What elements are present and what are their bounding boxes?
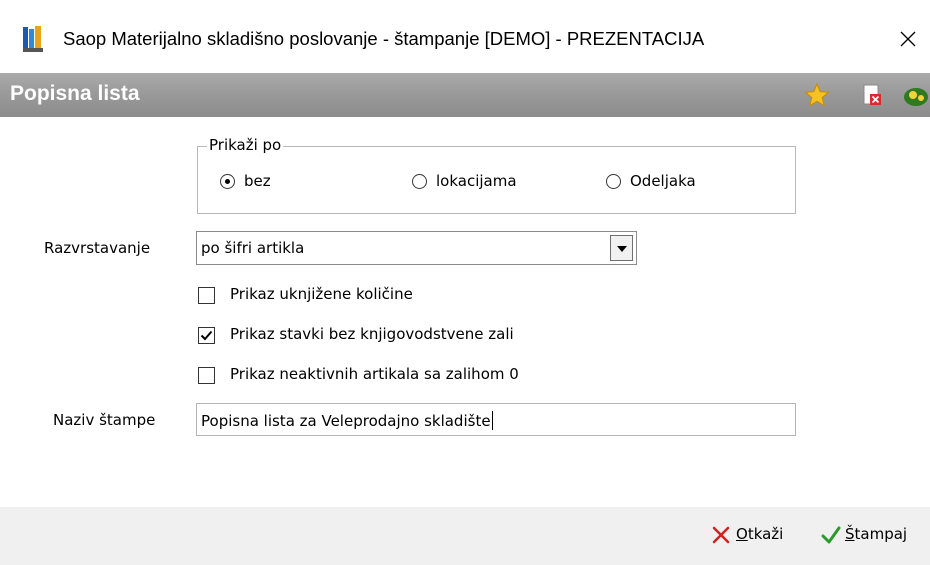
checkmark-icon xyxy=(200,330,213,341)
radio-button xyxy=(606,174,621,189)
form-content: Prikaži po bez lokacijama Odeljaka Razvr… xyxy=(0,117,930,507)
print-label: tampaj xyxy=(854,525,908,543)
checkmark-icon xyxy=(821,526,841,544)
cancel-accel: O xyxy=(736,525,748,543)
radio-label: bez xyxy=(244,172,271,190)
window-titlebar: Saop Materijalno skladišno poslovanje - … xyxy=(0,0,930,70)
checkbox-box xyxy=(198,287,215,304)
print-accel: Š xyxy=(845,525,855,543)
cancel-label: tkaži xyxy=(747,525,784,543)
delete-document-icon[interactable] xyxy=(858,81,886,109)
radio-button xyxy=(412,174,427,189)
close-icon xyxy=(900,31,916,47)
checkbox-label: Prikaz stavki bez knjigovodstvene zali xyxy=(230,325,514,343)
naziv-stampe-value: Popisna lista za Veleprodajno skladište xyxy=(201,412,491,430)
dialog-footer: Otkaži Štampaj xyxy=(0,507,930,565)
prikazi-po-legend: Prikaži po xyxy=(207,136,284,154)
radio-selected-dot xyxy=(225,179,230,184)
close-button[interactable] xyxy=(884,20,930,60)
checkbox-box xyxy=(198,367,215,384)
razvrstavanje-select[interactable]: po šifri artikla xyxy=(196,231,637,265)
radio-button xyxy=(220,174,235,189)
cancel-x-icon xyxy=(712,526,730,544)
help-icon[interactable] xyxy=(902,81,930,109)
checkbox-box xyxy=(198,327,215,344)
star-icon[interactable] xyxy=(803,81,831,109)
panel-header: Popisna lista xyxy=(0,73,930,117)
books-icon xyxy=(23,26,43,52)
naziv-stampe-input[interactable]: Popisna lista za Veleprodajno skladište xyxy=(196,403,796,436)
text-caret xyxy=(491,411,493,430)
radio-label: Odeljaka xyxy=(630,172,696,190)
prikazi-po-group: Prikaži po bez lokacijama Odeljaka xyxy=(197,136,796,214)
checkbox-label: Prikaz neaktivnih artikala sa zalihom 0 xyxy=(230,365,519,383)
razvrstavanje-label: Razvrstavanje xyxy=(44,239,151,257)
window-title: Saop Materijalno skladišno poslovanje - … xyxy=(63,28,705,49)
panel-title: Popisna lista xyxy=(10,82,140,105)
radio-label: lokacijama xyxy=(436,172,517,190)
razvrstavanje-value: po šifri artikla xyxy=(201,239,305,257)
chevron-down-icon[interactable] xyxy=(610,235,633,261)
checkbox-label: Prikaz uknjižene količine xyxy=(230,285,413,303)
naziv-stampe-label: Naziv štampe xyxy=(53,411,156,429)
